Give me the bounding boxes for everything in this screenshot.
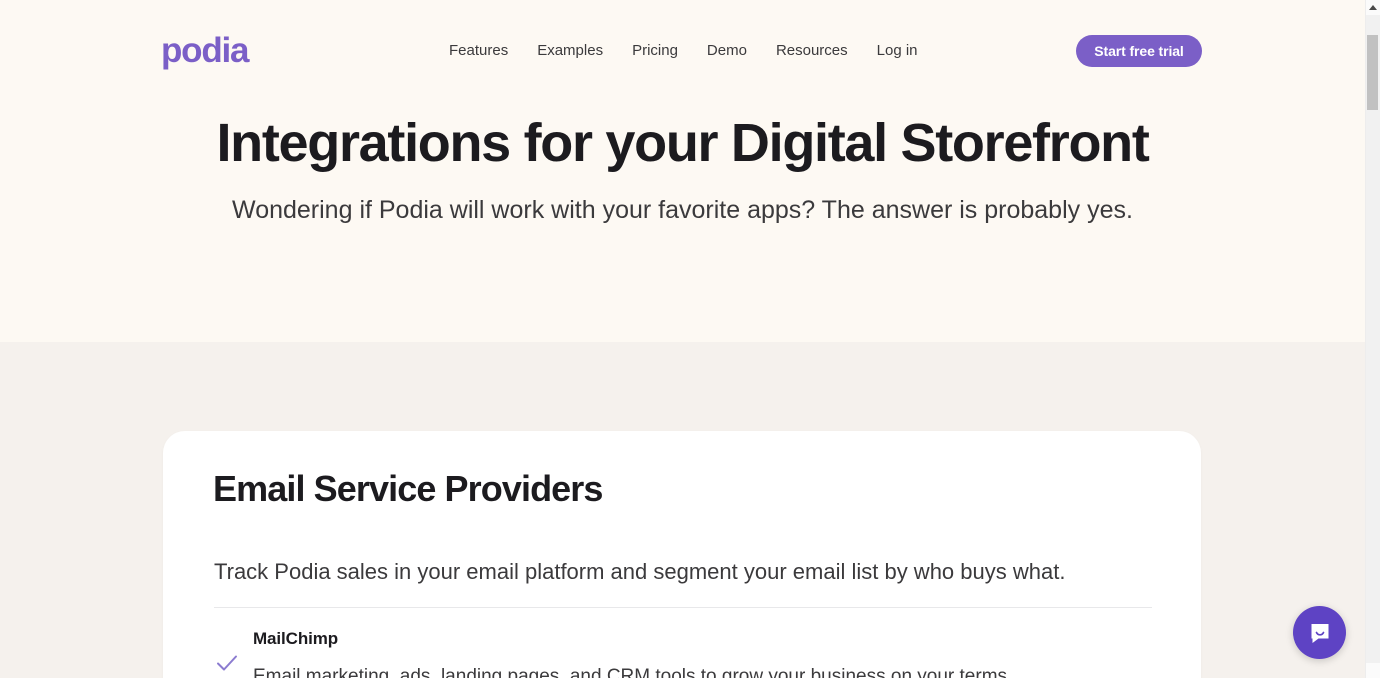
integration-description: Email marketing, ads, landing pages, and… xyxy=(253,666,1013,678)
scrollbar-up-arrow-button[interactable] xyxy=(1366,0,1380,15)
card-description: Track Podia sales in your email platform… xyxy=(214,559,1066,584)
main-navigation: Features Examples Pricing Demo Resources… xyxy=(449,41,918,61)
nav-item-pricing[interactable]: Pricing xyxy=(632,41,678,61)
nav-item-examples[interactable]: Examples xyxy=(537,41,603,61)
card-divider xyxy=(214,607,1152,608)
page-subtitle: Wondering if Podia will work with your f… xyxy=(232,196,1133,224)
scrollbar-thumb[interactable] xyxy=(1367,35,1378,110)
start-free-trial-button[interactable]: Start free trial xyxy=(1076,35,1202,67)
nav-item-features[interactable]: Features xyxy=(449,41,508,61)
site-header: podia Features Examples Pricing Demo Res… xyxy=(0,0,1365,102)
list-item[interactable]: MailChimp Email marketing, ads, landing … xyxy=(214,627,1154,678)
page-title: Integrations for your Digital Storefront xyxy=(216,113,1149,173)
integration-name[interactable]: MailChimp xyxy=(253,627,1012,651)
chat-launcher-button[interactable] xyxy=(1293,606,1346,659)
chat-bubble-icon xyxy=(1311,623,1328,643)
scrollbar-track[interactable] xyxy=(1366,15,1380,663)
chevron-up-icon xyxy=(1369,5,1377,10)
nav-item-resources[interactable]: Resources xyxy=(776,41,848,61)
integration-text-block: MailChimp Email marketing, ads, landing … xyxy=(253,627,1012,678)
nav-item-log-in[interactable]: Log in xyxy=(877,41,918,61)
nav-item-demo[interactable]: Demo xyxy=(707,41,747,61)
podia-logo[interactable]: podia xyxy=(161,33,250,68)
email-service-providers-card: Email Service Providers Track Podia sale… xyxy=(163,431,1201,678)
page-scrollbar[interactable] xyxy=(1365,0,1380,678)
check-icon xyxy=(217,655,237,671)
page-viewport: podia Features Examples Pricing Demo Res… xyxy=(0,0,1365,678)
card-title: Email Service Providers xyxy=(213,468,603,509)
